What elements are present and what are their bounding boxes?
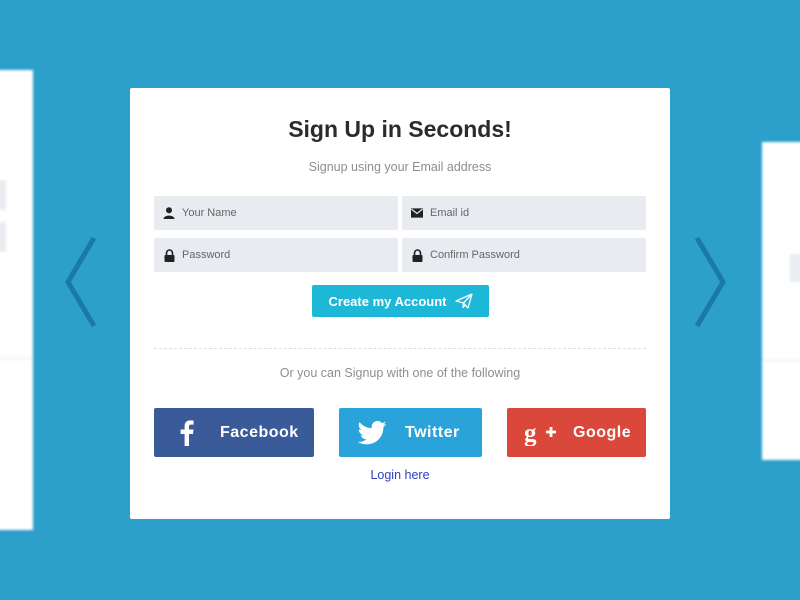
carousel-next-card (762, 142, 800, 460)
confirm-password-input[interactable] (430, 249, 620, 261)
signup-card: Sign Up in Seconds! Signup using your Em… (130, 88, 670, 519)
user-icon (163, 206, 175, 220)
google-label: Google (573, 423, 632, 441)
envelope-icon (411, 206, 423, 220)
carousel-prev-button[interactable] (62, 234, 98, 330)
password-input[interactable] (182, 249, 372, 261)
name-input[interactable] (182, 207, 372, 219)
google-signup-button[interactable]: g Google (507, 408, 646, 457)
prev-card-field (0, 222, 6, 252)
paper-plane-icon (454, 293, 473, 309)
lock-icon (411, 248, 423, 262)
twitter-signup-button[interactable]: Twitter (339, 408, 482, 457)
twitter-icon (339, 420, 405, 445)
next-card-divider (762, 360, 800, 361)
create-account-label: Create my Account (328, 293, 447, 309)
facebook-icon (154, 419, 220, 446)
facebook-label: Facebook (220, 423, 299, 441)
email-field[interactable] (402, 196, 646, 230)
subtitle: Signup using your Email address (308, 160, 492, 174)
google-plus-icon: g (507, 420, 573, 446)
confirm-password-field[interactable] (402, 238, 646, 272)
prev-card-field (0, 180, 6, 210)
facebook-signup-button[interactable]: Facebook (154, 408, 314, 457)
svg-text:g: g (524, 420, 537, 446)
prev-card-divider (0, 358, 33, 359)
next-card-field (790, 254, 800, 282)
email-input[interactable] (430, 207, 620, 219)
name-field[interactable] (154, 196, 398, 230)
create-account-button[interactable]: Create my Account (312, 285, 489, 317)
carousel-prev-card (0, 70, 33, 530)
page-title: Sign Up in Seconds! (288, 116, 512, 142)
carousel-next-button[interactable] (693, 234, 729, 330)
password-field[interactable] (154, 238, 398, 272)
twitter-label: Twitter (405, 423, 460, 441)
login-link[interactable]: Login here (130, 468, 670, 482)
chevron-right-icon (694, 236, 726, 328)
divider (154, 348, 646, 349)
chevron-left-icon (65, 236, 97, 328)
social-prompt: Or you can Signup with one of the follow… (279, 366, 521, 380)
lock-icon (163, 248, 175, 262)
